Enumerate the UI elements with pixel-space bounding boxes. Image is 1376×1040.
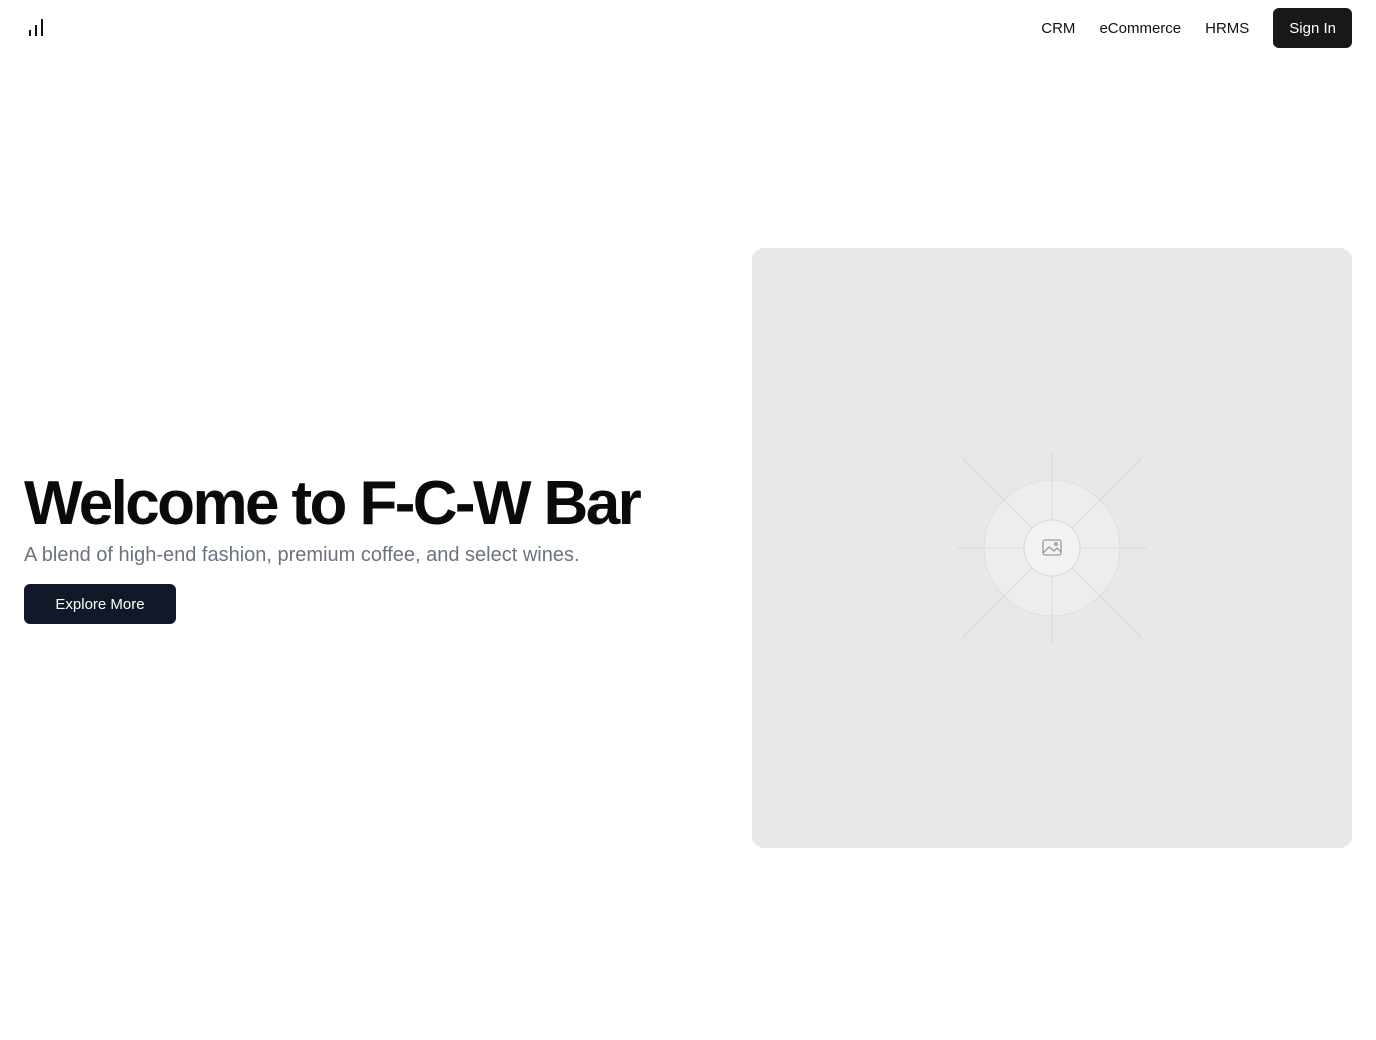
hero-title: Welcome to F-C-W Bar xyxy=(24,469,642,538)
main-nav: CRM eCommerce HRMS Sign In xyxy=(1041,8,1352,48)
bar-chart-icon[interactable] xyxy=(24,14,48,42)
hero-section: Welcome to F-C-W Bar A blend of high-end… xyxy=(24,468,724,624)
nav-link-crm[interactable]: CRM xyxy=(1041,20,1075,37)
explore-more-button[interactable]: Explore More xyxy=(24,584,176,624)
nav-link-hrms[interactable]: HRMS xyxy=(1205,20,1249,37)
sign-in-button[interactable]: Sign In xyxy=(1273,8,1352,48)
hero-image-placeholder xyxy=(752,248,1352,848)
nav-link-ecommerce[interactable]: eCommerce xyxy=(1099,20,1181,37)
hero-subtitle: A blend of high-end fashion, premium cof… xyxy=(24,544,580,566)
image-placeholder-graphic xyxy=(957,453,1147,643)
top-navbar: CRM eCommerce HRMS Sign In xyxy=(0,0,1376,56)
